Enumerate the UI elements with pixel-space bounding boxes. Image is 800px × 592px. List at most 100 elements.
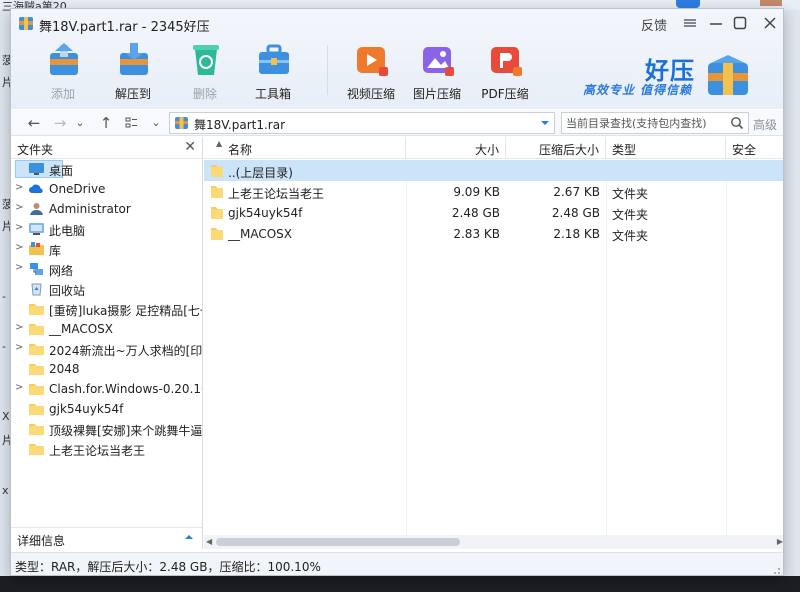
folder-tree-label: [重磅]luka摄影 足控精品[七七: [49, 304, 202, 318]
menu-icon[interactable]: [681, 14, 699, 32]
close-pane-icon[interactable]: ✕: [184, 139, 196, 155]
folder-icon: [29, 444, 44, 455]
add-button[interactable]: 添加: [31, 39, 95, 105]
maximize-icon[interactable]: [731, 14, 749, 32]
image-compress-button[interactable]: 图片压缩: [405, 39, 469, 105]
folder-icon: [29, 304, 44, 315]
forward-icon[interactable]: →: [51, 114, 69, 132]
folder-tree-item[interactable]: gjk54uyk54f: [11, 399, 202, 419]
folder-tree-item[interactable]: [重磅]luka摄影 足控精品[七七: [11, 299, 202, 319]
horizontal-scrollbar[interactable]: ◀ ▶: [204, 535, 783, 549]
library-icon: [29, 242, 44, 255]
collapse-up-icon[interactable]: [184, 532, 194, 542]
extract-to-button[interactable]: 解压到: [101, 39, 165, 105]
column-name[interactable]: ▲ 名称: [204, 137, 406, 159]
folder-tree-item[interactable]: > __MACOSX: [11, 319, 202, 339]
column-packed-size[interactable]: 压缩后大小: [506, 137, 606, 159]
folder-tree-label: 库: [49, 244, 62, 258]
folder-tree-item[interactable]: > 库: [11, 239, 202, 259]
folder-tree-label: Clash.for.Windows-0.20.16: [49, 382, 202, 396]
forward-dropdown-icon[interactable]: ⌄: [71, 114, 89, 132]
search-icon[interactable]: [730, 116, 744, 130]
expand-arrow-icon[interactable]: >: [15, 322, 23, 333]
folder-icon: [29, 324, 44, 335]
status-text: 类型：RAR，解压后大小：2.48 GB，压缩比：100.10%: [15, 560, 321, 574]
column-type[interactable]: 类型: [606, 137, 726, 159]
folder-icon: [211, 228, 223, 240]
advanced-search-button[interactable]: 高级: [753, 116, 777, 133]
back-icon[interactable]: ←: [25, 114, 43, 132]
resize-grip-icon[interactable]: [771, 565, 781, 575]
folder-tree-item[interactable]: > 网络: [11, 259, 202, 279]
folder-tree-item[interactable]: 上老王论坛当老王: [11, 439, 202, 459]
expand-arrow-icon[interactable]: >: [15, 342, 23, 353]
chevron-down-icon[interactable]: [540, 118, 550, 128]
feedback-link[interactable]: 反馈: [641, 15, 667, 34]
toolbar-divider: [327, 45, 328, 95]
expand-arrow-icon[interactable]: >: [15, 222, 23, 233]
add-label: 添加: [50, 87, 75, 101]
file-row[interactable]: 上老王论坛当老王 9.09 KB 2.67 KB 文件夹: [204, 181, 783, 202]
delete-button[interactable]: 删除: [173, 39, 237, 105]
toolbox-icon: [259, 44, 289, 74]
folder-tree-label: 2048: [49, 362, 80, 376]
expand-arrow-icon[interactable]: >: [15, 182, 23, 193]
folder-tree-item[interactable]: 2048: [11, 359, 202, 379]
view-dropdown-icon[interactable]: ⌄: [147, 114, 165, 132]
sort-ascending-icon: ▲: [216, 139, 223, 148]
add-archive-icon: [50, 43, 78, 75]
haozip-logo-icon: [708, 55, 748, 95]
folder-tree: 桌面 > OneDrive > Administrator > 此电脑 > 库 > 网络 回收站 [重磅…: [11, 159, 202, 529]
expand-arrow-icon[interactable]: >: [15, 202, 23, 213]
video-compress-button[interactable]: 视频压缩: [339, 39, 403, 105]
scroll-right-icon[interactable]: ▶: [777, 537, 783, 546]
background-badge: [676, 0, 700, 8]
archive-app-icon: [19, 17, 33, 30]
folder-tree-item[interactable]: 桌面: [11, 159, 202, 179]
expand-arrow-icon[interactable]: >: [15, 242, 23, 253]
scrollbar-thumb[interactable]: [216, 538, 460, 546]
column-safety[interactable]: 安全: [726, 137, 783, 159]
title-bar[interactable]: 舞18V.part1.rar - 2345好压 反馈: [11, 9, 783, 37]
path-combobox[interactable]: 舞18V.part1.rar: [169, 112, 555, 134]
user-icon: [30, 203, 43, 215]
folder-tree-item[interactable]: 回收站: [11, 279, 202, 299]
current-path: 舞18V.part1.rar: [194, 118, 286, 132]
file-row[interactable]: __MACOSX 2.83 KB 2.18 KB 文件夹: [204, 223, 783, 244]
folder-tree-item[interactable]: > Administrator: [11, 199, 202, 219]
archive-icon: [175, 117, 188, 129]
details-label: 详细信息: [17, 534, 66, 548]
file-row[interactable]: ..(上层目录): [204, 160, 783, 181]
up-icon[interactable]: ↑: [97, 114, 115, 132]
search-input[interactable]: [562, 113, 726, 133]
folder-tree-item[interactable]: > OneDrive: [11, 179, 202, 199]
expand-arrow-icon[interactable]: >: [15, 382, 23, 393]
file-size: 2.83 KB: [453, 227, 500, 241]
column-size[interactable]: 大小: [406, 137, 506, 159]
minimize-icon[interactable]: [707, 14, 725, 32]
file-packed-size: 2.67 KB: [553, 185, 600, 199]
file-type: 文件夹: [612, 208, 649, 222]
scroll-left-icon[interactable]: ◀: [206, 537, 212, 546]
expand-arrow-icon[interactable]: >: [15, 262, 23, 273]
details-panel-toggle[interactable]: 详细信息: [11, 527, 202, 549]
view-mode-icon[interactable]: [123, 114, 145, 132]
folder-tree-item[interactable]: > Clash.for.Windows-0.20.16: [11, 379, 202, 399]
file-name: __MACOSX: [228, 227, 293, 241]
file-size: 2.48 GB: [451, 206, 500, 220]
pdf-compress-button[interactable]: PDF压缩: [473, 39, 537, 105]
brand-slogan: 高效专业 值得信赖: [583, 83, 693, 97]
folder-tree-label: __MACOSX: [49, 322, 114, 336]
folder-tree-item[interactable]: >2024新流出~万人求档的[印尼: [11, 339, 202, 359]
file-row[interactable]: gjk54uyk54f 2.48 GB 2.48 GB 文件夹: [204, 202, 783, 223]
cloud-icon: [29, 184, 43, 193]
folder-tree-item[interactable]: 顶级裸舞[安娜]来个跳舞牛逼: [11, 419, 202, 439]
column-safety-label: 安全: [732, 143, 757, 157]
close-icon[interactable]: [761, 14, 779, 32]
search-box: [561, 112, 749, 134]
folder-icon: [211, 207, 223, 219]
address-bar: ← → ⌄ ↑ ⌄ 舞18V.part1.rar 当前目录查找(支持包内查找) …: [11, 110, 783, 136]
status-bar: 类型：RAR，解压后大小：2.48 GB，压缩比：100.10%: [11, 552, 783, 575]
folder-tree-item[interactable]: > 此电脑: [11, 219, 202, 239]
toolbox-button[interactable]: 工具箱: [241, 39, 305, 105]
